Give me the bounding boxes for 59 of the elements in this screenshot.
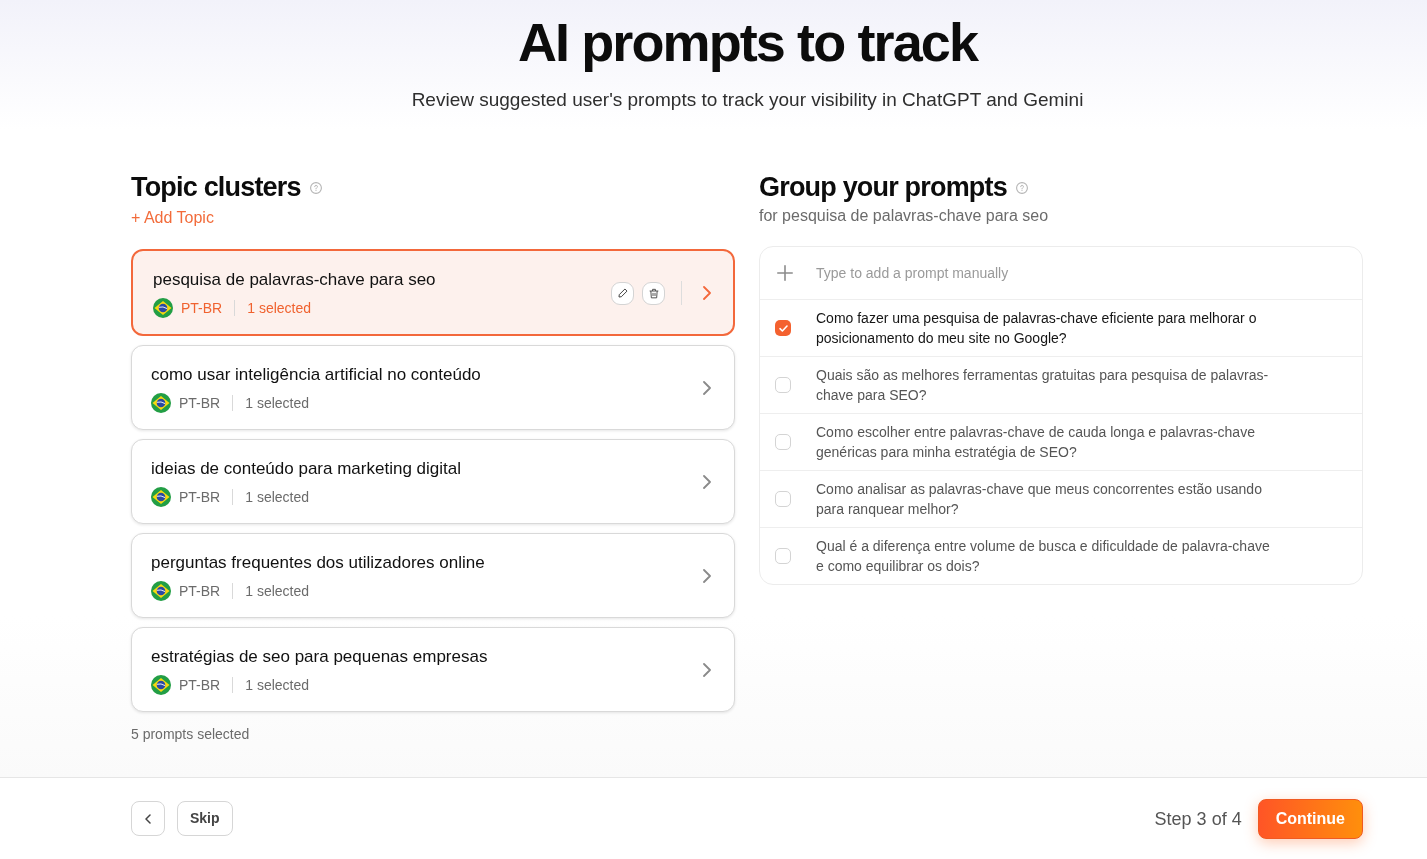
check-icon — [778, 324, 788, 332]
plus-icon — [777, 265, 793, 281]
flag-icon — [151, 675, 171, 695]
chevron-right-icon[interactable] — [703, 663, 711, 677]
checkbox[interactable] — [775, 491, 791, 507]
topic-title: pesquisa de palavras-chave para seo — [153, 269, 436, 291]
chevron-left-icon — [145, 813, 151, 824]
topic-title: ideias de conteúdo para marketing digital — [151, 458, 461, 480]
locale-label: PT-BR — [181, 299, 223, 318]
prompt-text: Como escolher entre palavras-chave de cauda longa e palavras-chave genéricas para minha estratégia de SEO? — [816, 423, 1256, 462]
flag-icon — [151, 487, 171, 507]
flag-icon — [153, 298, 173, 318]
chevron-right-icon[interactable] — [703, 286, 711, 300]
topic-title: perguntas frequentes dos utilizadores online — [151, 552, 485, 574]
selection-summary: 5 prompts selected — [131, 725, 250, 744]
topic-card[interactable]: ideias de conteúdo para marketing digital PT-BR 1 selected — [131, 439, 735, 524]
edit-button[interactable] — [611, 281, 634, 305]
selected-count: 1 selected — [247, 299, 312, 318]
section-subtitle: for pesquisa de palavras-chave para seo — [759, 206, 1049, 226]
section-heading: Group your prompts — [759, 171, 1007, 204]
flag-icon — [151, 393, 171, 413]
chevron-right-icon[interactable] — [703, 381, 711, 395]
topic-card[interactable]: pesquisa de palavras-chave para seo PT-BR 1 selected — [131, 249, 735, 336]
flag-icon — [151, 581, 171, 601]
help-icon[interactable] — [1015, 182, 1028, 194]
section-heading: Topic clusters — [131, 171, 301, 204]
prompt-input[interactable]: Type to add a prompt manually — [816, 247, 1362, 299]
selected-count: 1 selected — [245, 488, 310, 507]
checkbox[interactable] — [775, 548, 791, 564]
chevron-right-icon[interactable] — [703, 475, 711, 489]
trash-icon — [648, 287, 659, 299]
locale-label: PT-BR — [179, 488, 221, 507]
topic-card[interactable]: perguntas frequentes dos utilizadores online PT-BR 1 selected — [131, 533, 735, 618]
topic-card[interactable]: estratégias de seo para pequenas empresas PT-BR 1 selected — [131, 627, 735, 712]
chevron-right-icon[interactable] — [703, 569, 711, 583]
selected-count: 1 selected — [245, 582, 310, 601]
step-indicator: Step 3 of 4 — [1154, 807, 1242, 831]
skip-button[interactable]: Skip — [177, 801, 233, 836]
help-icon[interactable] — [309, 182, 322, 194]
locale-label: PT-BR — [179, 582, 221, 601]
prompt-text: Como fazer uma pesquisa de palavras-chave eficiente para melhorar o posicionamento do meu site no Google? — [816, 309, 1258, 348]
delete-button[interactable] — [642, 281, 665, 305]
topic-card[interactable]: como usar inteligência artificial no conteúdo PT-BR 1 selected — [131, 345, 735, 430]
back-button[interactable] — [131, 801, 165, 836]
prompt-text: Como analisar as palavras-chave que meus concorrentes estão usando para ranquear melhor? — [816, 480, 1263, 519]
prompt-text: Quais são as melhores ferramentas gratuitas para pesquisa de palavras-chave para SEO? — [816, 366, 1270, 405]
topic-title: como usar inteligência artificial no conteúdo — [151, 364, 481, 386]
topic-title: estratégias de seo para pequenas empresas — [151, 646, 488, 668]
locale-label: PT-BR — [179, 394, 221, 413]
prompt-text: Qual é a diferença entre volume de busca e dificuldade de palavra-chave e como equilibrar os dois? — [816, 537, 1271, 576]
selected-count: 1 selected — [245, 394, 310, 413]
locale-label: PT-BR — [179, 676, 221, 695]
checkbox[interactable] — [775, 434, 791, 450]
checkbox[interactable] — [775, 377, 791, 393]
page-subtitle: Review suggested user's prompts to track your visibility in ChatGPT and Gemini — [411, 88, 1084, 112]
page-title: AI prompts to track — [517, 11, 978, 74]
checkbox[interactable] — [775, 320, 791, 336]
pencil-icon — [617, 288, 628, 298]
selected-count: 1 selected — [245, 676, 310, 695]
